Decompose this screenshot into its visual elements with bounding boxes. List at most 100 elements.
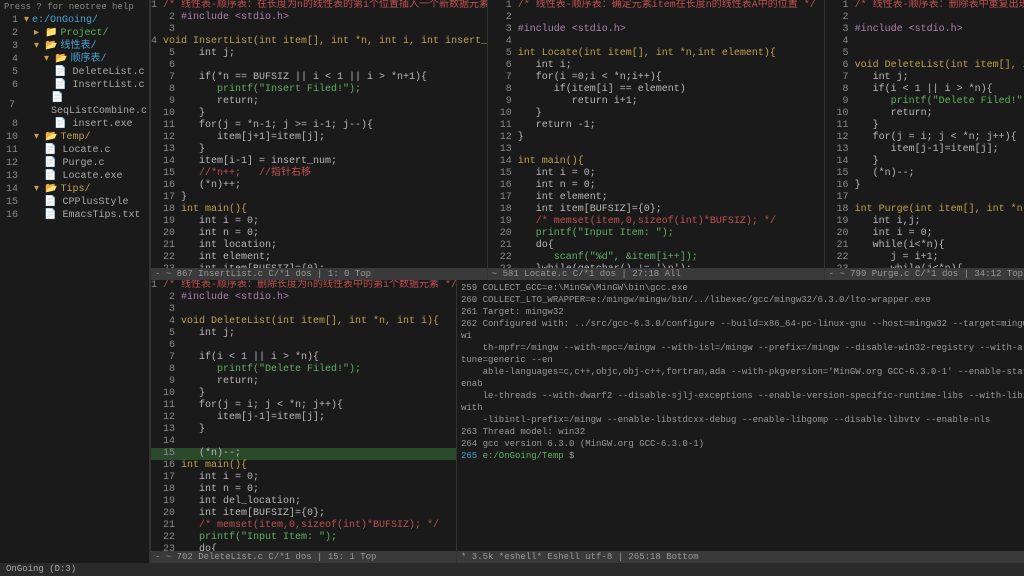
code-line[interactable]: 5int Locate(int item[], int *n,int eleme…	[488, 48, 824, 60]
code-line[interactable]: 12 for(j = i; j < *n; j++){	[825, 132, 1024, 144]
tree-item[interactable]: 2▸ 📁Project/	[0, 27, 149, 40]
code-line[interactable]: 20 printf("Input Item: ");	[488, 228, 824, 240]
pane-purge[interactable]: 1/* 线性表-顺序表：删除表中重复出现的元素 */23#include <st…	[824, 0, 1024, 280]
code-line[interactable]: 2	[825, 12, 1024, 24]
code-line[interactable]: 20 int i = 0;	[825, 228, 1024, 240]
code-line[interactable]: 5 int j;	[151, 328, 456, 340]
code-line[interactable]: 20 int item[BUFSIZ]={0};	[151, 508, 456, 520]
code-line[interactable]: 3	[151, 24, 487, 36]
code-line[interactable]: 21 /* memset(item,0,sizeof(int)*BUFSIZ);…	[151, 520, 456, 532]
code-line[interactable]: 17 int i = 0;	[151, 472, 456, 484]
code-line[interactable]: 1/* 线性表-顺序表：确定元素item在长度n的线性表A中的位置 */	[488, 0, 824, 12]
terminal-line[interactable]: 265 e:/OnGoing/Temp $	[461, 450, 1024, 462]
code-line[interactable]: 12 item[j-1]=item[j];	[151, 412, 456, 424]
code-line[interactable]: 1/* 线性表-顺序表：删除长度为n的线性表中的第i个数据元素 */	[151, 280, 456, 292]
code-line[interactable]: 10 }	[488, 108, 824, 120]
code-line[interactable]: 16 (*n)++;	[151, 180, 487, 192]
code-line[interactable]: 2#include <stdio.h>	[151, 292, 456, 304]
code-line[interactable]: 8 printf("Insert Filed!");	[151, 84, 487, 96]
code-line[interactable]: 18 int n = 0;	[151, 484, 456, 496]
code-line[interactable]: 7 if(*n == BUFSIZ || i < 1 || i > *n+1){	[151, 72, 487, 84]
code-line[interactable]: 11 }	[825, 120, 1024, 132]
code-line[interactable]: 22 j = i+1;	[825, 252, 1024, 264]
code-line[interactable]: 11 return -1;	[488, 120, 824, 132]
code-line[interactable]: 20 int n = 0;	[151, 228, 487, 240]
tree-item[interactable]: 6 📄 InsertList.c	[0, 79, 149, 92]
code-line[interactable]: 5 int j;	[151, 48, 487, 60]
tree-item[interactable]: 14▾ 📂Tips/	[0, 183, 149, 196]
pane-locate[interactable]: 1/* 线性表-顺序表：确定元素item在长度n的线性表A中的位置 */23#i…	[487, 0, 824, 280]
code-line[interactable]: 4void InsertList(int item[], int *n, int…	[151, 36, 487, 48]
code-line[interactable]: 15 //*n++; //指针右移	[151, 168, 487, 180]
code-line[interactable]: 8 if(i < 1 || i > *n){	[825, 84, 1024, 96]
tree-item[interactable]: 7 📄 SeqListCombine.c	[0, 92, 149, 118]
code-line[interactable]: 19 int del_location;	[151, 496, 456, 508]
code-line[interactable]: 10 return;	[825, 108, 1024, 120]
tree-item[interactable]: 15 📄 CPPlusStyle	[0, 196, 149, 209]
code-line[interactable]: 2	[488, 12, 824, 24]
code-line[interactable]: 21 do{	[488, 240, 824, 252]
code-line[interactable]: 7 for(i =0;i < *n;i++){	[488, 72, 824, 84]
code-line[interactable]: 18 int item[BUFSIZ]={0};	[488, 204, 824, 216]
code-line[interactable]: 6 int i;	[488, 60, 824, 72]
code-line[interactable]: 15 (*n)--;	[151, 448, 456, 460]
code-line[interactable]: 6	[151, 340, 456, 352]
code-line[interactable]: 9 printf("Delete Filed!");	[825, 96, 1024, 108]
tree-item[interactable]: 8 📄 insert.exe	[0, 118, 149, 131]
code-line[interactable]: 18int Purge(int item[], int *n){	[825, 204, 1024, 216]
code-line[interactable]: 12 item[j+1]=item[j];	[151, 132, 487, 144]
code-line[interactable]: 1/* 线性表-顺序表：在长度为n的线性表的第i个位置插入一个新数据元素item…	[151, 0, 487, 12]
code-line[interactable]: 9 return i+1;	[488, 96, 824, 108]
code-line[interactable]: 13	[488, 144, 824, 156]
code-line[interactable]: 13 }	[151, 144, 487, 156]
code-line[interactable]: 22 scanf("%d", &item[i++]);	[488, 252, 824, 264]
code-line[interactable]: 17 int element;	[488, 192, 824, 204]
code-line[interactable]: 8 if(item[i] == element)	[488, 84, 824, 96]
code-line[interactable]: 7 if(i < 1 || i > *n){	[151, 352, 456, 364]
code-line[interactable]: 1/* 线性表-顺序表：删除表中重复出现的元素 */	[825, 0, 1024, 12]
code-line[interactable]: 10 }	[151, 388, 456, 400]
code-line[interactable]: 3#include <stdio.h>	[488, 24, 824, 36]
code-line[interactable]: 4	[825, 36, 1024, 48]
pane-deletelist[interactable]: 1/* 线性表-顺序表：删除长度为n的线性表中的第i个数据元素 */2#incl…	[150, 280, 456, 563]
tree-item[interactable]: 1▾e:/OnGoing/	[0, 14, 149, 27]
code-line[interactable]: 19 int i,j;	[825, 216, 1024, 228]
tree-item[interactable]: 13 📄 Locate.exe	[0, 170, 149, 183]
code-line[interactable]: 21 int location;	[151, 240, 487, 252]
code-line[interactable]: 13 }	[151, 424, 456, 436]
code-line[interactable]: 9 return;	[151, 376, 456, 388]
pane-insertlist[interactable]: 1/* 线性表-顺序表：在长度为n的线性表的第i个位置插入一个新数据元素item…	[150, 0, 487, 280]
code-line[interactable]: 17}	[151, 192, 487, 204]
pane-eshell[interactable]: 259 COLLECT_GCC=e:\MinGW\MinGW\bin\gcc.e…	[456, 280, 1024, 563]
tree-item[interactable]: 5 📄 DeleteList.c	[0, 66, 149, 79]
code-line[interactable]: 11 for(j = *n-1; j >= i-1; j--){	[151, 120, 487, 132]
code-line[interactable]: 16 int n = 0;	[488, 180, 824, 192]
tree-item[interactable]: 12 📄 Purge.c	[0, 157, 149, 170]
code-line[interactable]: 19 int i = 0;	[151, 216, 487, 228]
code-line[interactable]: 6void DeleteList(int item[], int *n, int…	[825, 60, 1024, 72]
code-line[interactable]: 4void DeleteList(int item[], int *n, int…	[151, 316, 456, 328]
code-line[interactable]: 14 item[i-1] = insert_num;	[151, 156, 487, 168]
code-line[interactable]: 21 while(i<*n){	[825, 240, 1024, 252]
code-line[interactable]: 6	[151, 60, 487, 72]
code-line[interactable]: 18int main(){	[151, 204, 487, 216]
code-line[interactable]: 15 (*n)--;	[825, 168, 1024, 180]
file-tree-sidebar[interactable]: Press ? for neotree help 1▾e:/OnGoing/2▸…	[0, 0, 150, 563]
code-line[interactable]: 17	[825, 192, 1024, 204]
tree-item[interactable]: 10▾ 📂Temp/	[0, 131, 149, 144]
code-line[interactable]: 2#include <stdio.h>	[151, 12, 487, 24]
code-line[interactable]: 14 }	[825, 156, 1024, 168]
code-line[interactable]: 3	[151, 304, 456, 316]
code-line[interactable]: 5	[825, 48, 1024, 60]
code-line[interactable]: 16}	[825, 180, 1024, 192]
code-line[interactable]: 9 return;	[151, 96, 487, 108]
code-line[interactable]: 7 int j;	[825, 72, 1024, 84]
tree-item[interactable]: 16 📄 EmacsTips.txt	[0, 209, 149, 222]
code-line[interactable]: 22 int element;	[151, 252, 487, 264]
code-line[interactable]: 15 int i = 0;	[488, 168, 824, 180]
code-line[interactable]: 22 printf("Input Item: ");	[151, 532, 456, 544]
code-line[interactable]: 14int main(){	[488, 156, 824, 168]
code-line[interactable]: 10 }	[151, 108, 487, 120]
code-line[interactable]: 13 item[j-1]=item[j];	[825, 144, 1024, 156]
code-line[interactable]: 12}	[488, 132, 824, 144]
